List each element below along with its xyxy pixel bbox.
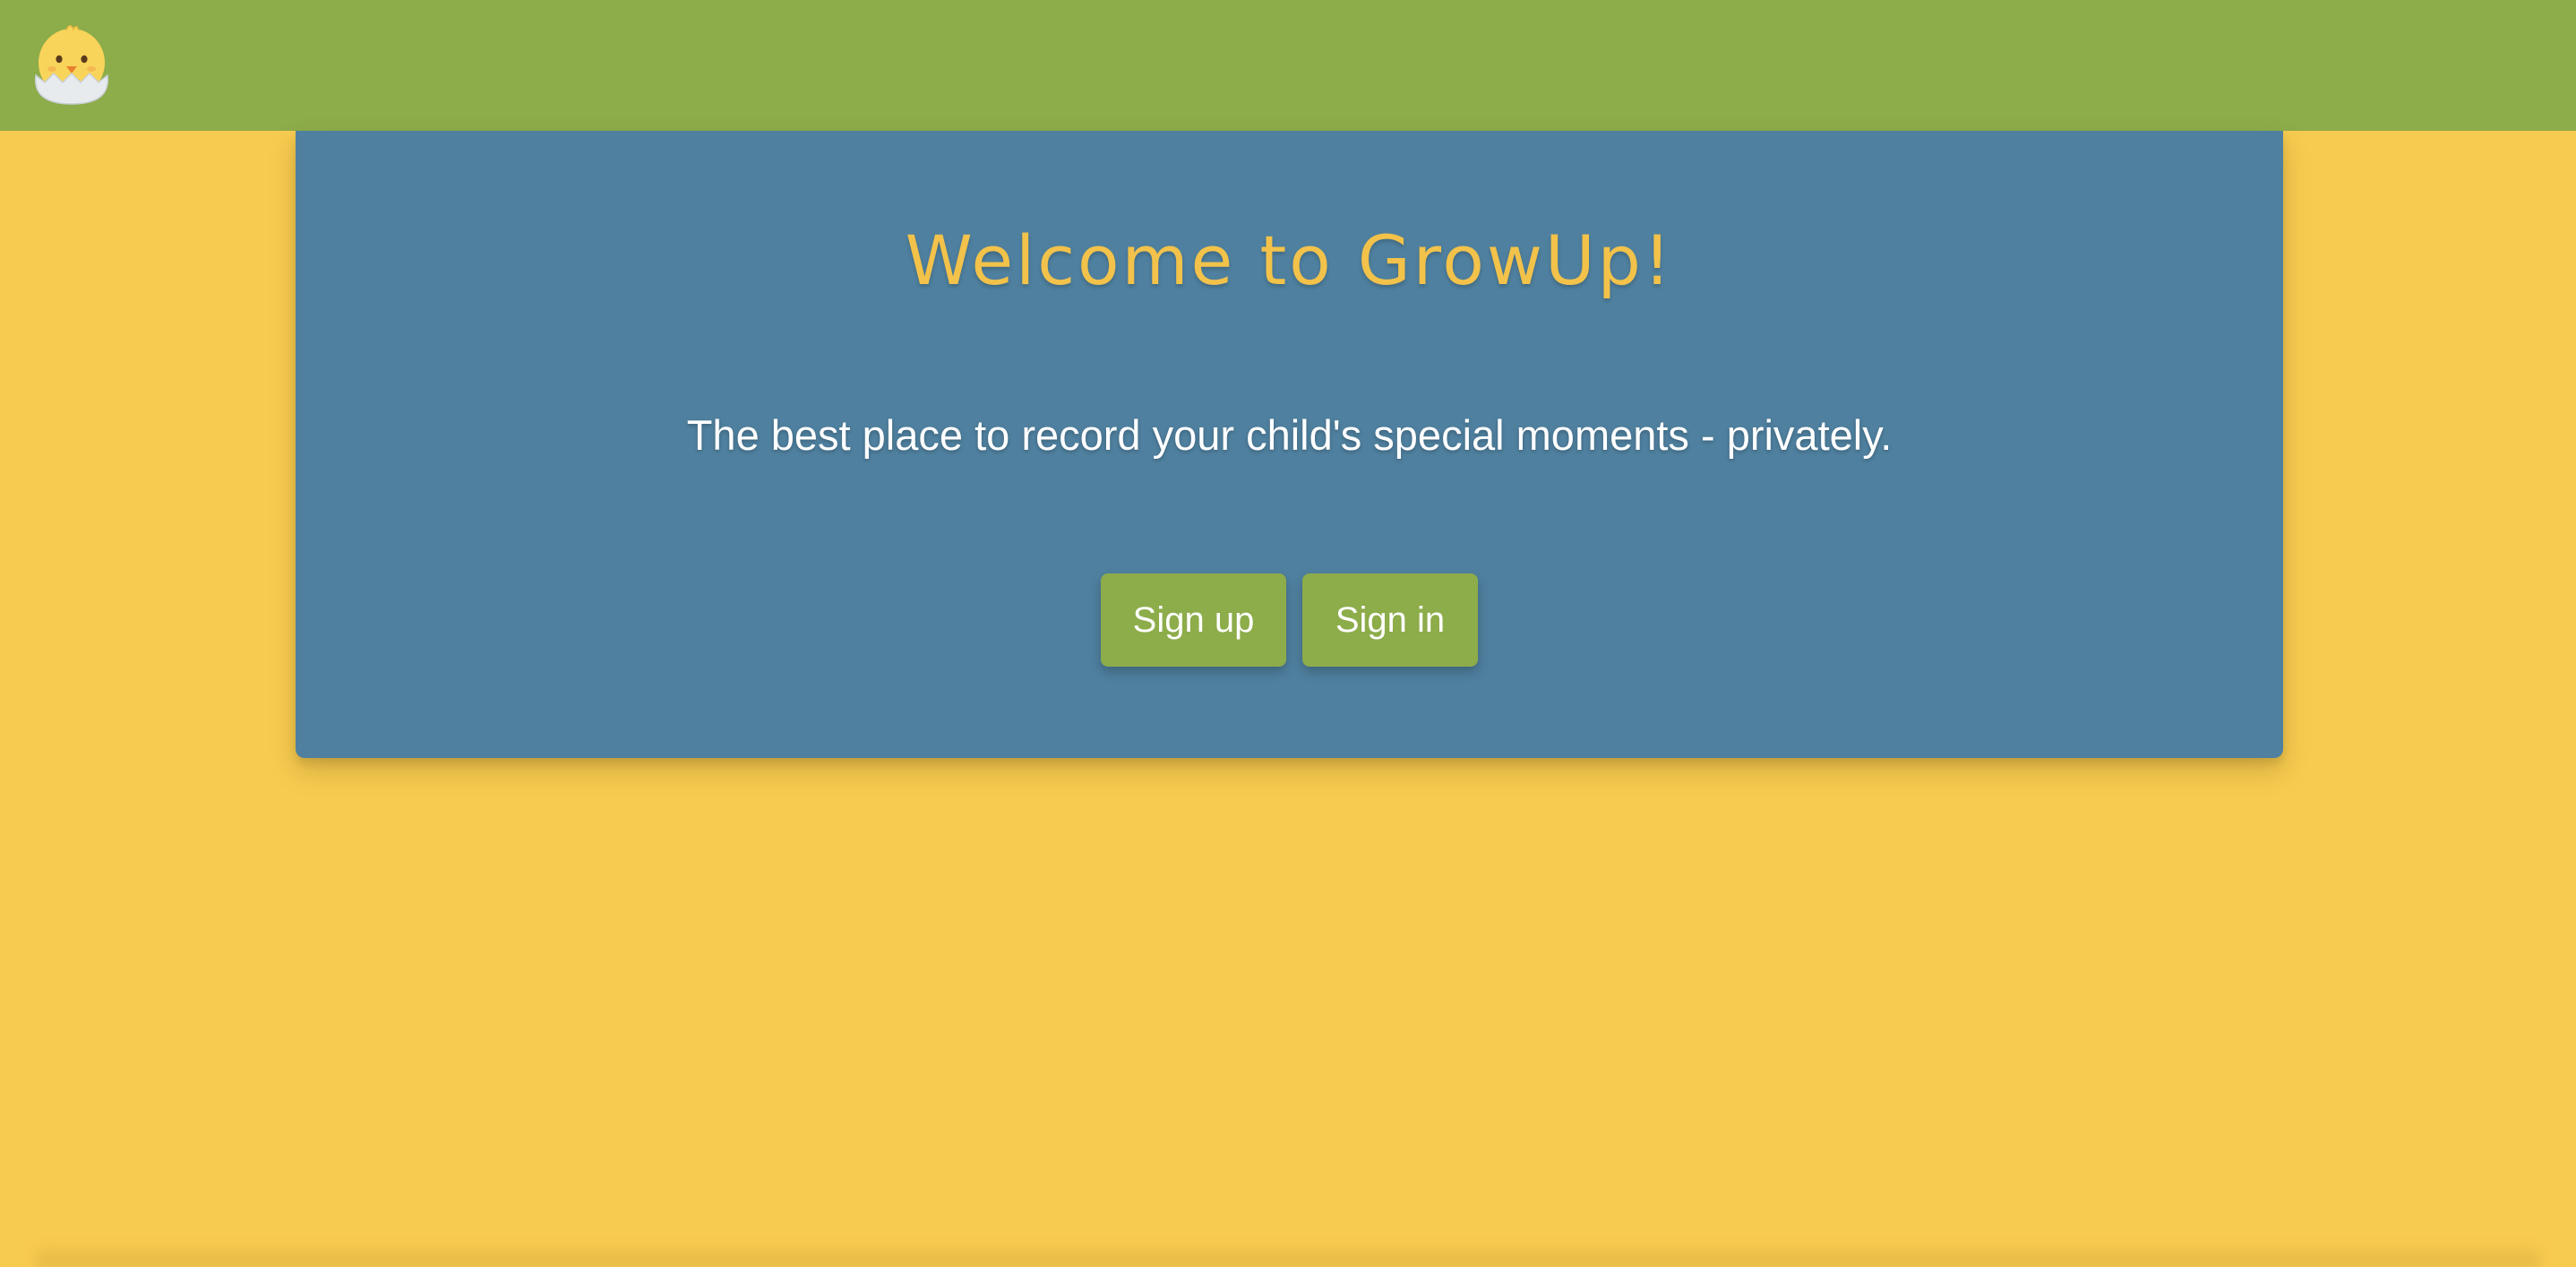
welcome-hero-card: Welcome to GrowUp! The best place to rec… [296, 131, 2283, 758]
sign-in-button[interactable]: Sign in [1302, 573, 1478, 667]
hatching-chick-icon[interactable] [30, 20, 113, 108]
top-navbar [0, 0, 2576, 131]
auth-actions: Sign up Sign in [296, 573, 2283, 667]
page-subtitle: The best place to record your child's sp… [686, 411, 1893, 459]
bottom-shadow-divider [36, 1244, 2540, 1267]
sign-up-button[interactable]: Sign up [1101, 573, 1286, 667]
page-title: Welcome to GrowUp! [905, 220, 1674, 300]
